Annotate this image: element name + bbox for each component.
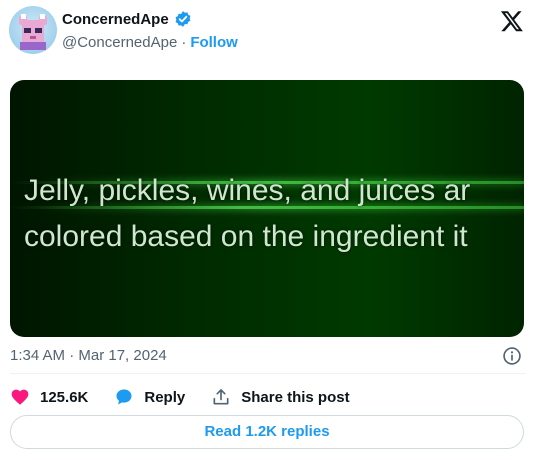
heart-icon	[11, 389, 29, 405]
share-label: Share this post	[241, 388, 350, 406]
info-icon[interactable]	[502, 346, 522, 366]
read-replies-button[interactable]: Read 1.2K replies	[10, 415, 524, 449]
handle-separator: ·	[181, 34, 187, 51]
media-caption-line-2: colored based on the ingredient it	[24, 220, 468, 253]
follow-button[interactable]: Follow	[190, 34, 238, 51]
share-upload-icon	[213, 389, 229, 405]
post-timestamp[interactable]: 1:34 AM · Mar 17, 2024	[10, 347, 167, 364]
author-handle-row: @ConcernedApe · Follow	[62, 34, 238, 51]
x-logo-icon[interactable]	[500, 9, 524, 33]
media-caption-line-1: Jelly, pickles, wines, and juices ar	[24, 174, 471, 207]
author-display-name[interactable]: ConcernedApe	[62, 11, 169, 28]
author-avatar[interactable]	[9, 6, 57, 54]
like-count: 125.6K	[40, 388, 89, 406]
share-button[interactable]: Share this post	[211, 387, 350, 407]
post-header: ConcernedApe @ConcernedApe · Follow	[0, 0, 536, 64]
like-button[interactable]: 125.6K	[10, 387, 88, 407]
divider	[10, 373, 526, 374]
media-caption: Jelly, pickles, wines, and juices ar col…	[24, 168, 470, 260]
reply-bubble-icon	[116, 389, 132, 405]
pixel-creature-avatar-icon	[19, 14, 47, 50]
post-actions-bar: 125.6K Reply Share this post	[10, 384, 376, 410]
reply-button[interactable]: Reply	[114, 387, 185, 407]
post-media-image[interactable]: Jelly, pickles, wines, and juices ar col…	[10, 80, 524, 337]
author-handle[interactable]: @ConcernedApe	[62, 34, 177, 51]
author-name-row: ConcernedApe	[62, 10, 192, 28]
verified-badge-icon	[175, 11, 191, 27]
reply-label: Reply	[144, 388, 186, 406]
